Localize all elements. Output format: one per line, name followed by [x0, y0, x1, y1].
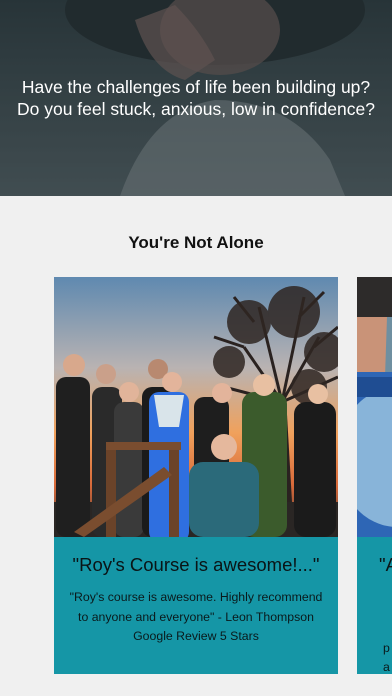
hero-text: Have the challenges of life been buildin…	[0, 76, 392, 120]
testimonial-photo	[54, 277, 338, 537]
hero-line-2: Do you feel stuck, anxious, low in confi…	[17, 99, 375, 119]
testimonial-body: "Roy's Course is awesome!..." "Roy's cou…	[54, 537, 338, 674]
hero-banner: Have the challenges of life been buildin…	[0, 0, 392, 196]
testimonial-title-next: "A	[379, 554, 392, 575]
hero-line-1: Have the challenges of life been buildin…	[21, 77, 371, 97]
testimonial-carousel[interactable]: "Roy's Course is awesome!..." "Roy's cou…	[0, 277, 392, 674]
testimonial-body-next: "A p a	[357, 537, 392, 674]
testimonial-title: "Roy's Course is awesome!..."	[72, 554, 320, 575]
testimonial-photo-next	[357, 277, 392, 537]
testimonial-line-next-1: p	[383, 641, 390, 655]
testimonial-card[interactable]: "Roy's Course is awesome!..." "Roy's cou…	[54, 277, 338, 674]
section-title: You're Not Alone	[128, 233, 264, 252]
testimonial-line-next-2: a	[383, 660, 390, 674]
testimonial-quote: "Roy's course is awesome. Highly recomme…	[69, 590, 323, 643]
testimonial-card-next[interactable]: "A p a	[357, 277, 392, 674]
